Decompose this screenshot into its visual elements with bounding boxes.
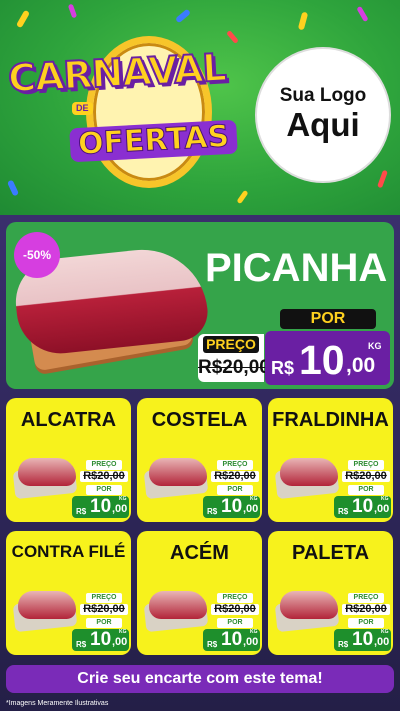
price-decimal: ,00 [374,503,390,515]
product-card: ALCATRA PREÇO R$20,00 POR R$ 10,00 KG [6,398,131,522]
featured-product-name: PICANHA [205,246,388,290]
hero-banner: CARNAVAL DE OFERTAS Sua Logo Aqui [0,0,400,215]
price-integer: 10 [221,629,243,650]
price-unit: KG [119,496,127,502]
confetti [15,9,31,29]
banner-connector: DE [72,102,93,115]
currency: R$ [76,507,87,516]
product-card: ACÉM PREÇO R$20,00 POR R$ 10,00 KG [137,531,262,655]
price-integer: 10 [299,337,345,383]
product-name: ACÉM [170,542,229,564]
confetti [356,5,369,23]
price-unit: KG [381,496,389,502]
currency: R$ [271,358,295,378]
logo-placeholder-line1: Sua Logo [279,85,367,107]
por-label: POR [348,485,384,495]
price-unit: KG [381,629,389,635]
preco-label: PREÇO [86,593,122,603]
por-label: POR [348,618,384,628]
meat-image [280,458,338,486]
confetti [174,8,192,24]
old-price: R$20,00 [211,604,259,615]
preco-label: PREÇO [348,460,384,470]
meat-image [280,591,338,619]
old-price: R$20,00 [211,471,259,482]
currency: R$ [207,640,218,649]
create-flyer-button[interactable]: Crie seu encarte com este tema! [6,665,394,693]
price-decimal: ,00 [374,636,390,648]
product-name: FRALDINHA [272,409,389,431]
product-name: COSTELA [151,409,248,431]
product-name: CONTRA FILÉ [11,542,126,561]
disclaimer: *Imagens Meramente Ilustrativas [6,700,109,707]
old-price: R$20,00 [342,471,390,482]
old-price: R$20,00 [80,471,128,482]
product-name: PALETA [291,542,370,564]
old-price: R$20,00 [198,357,270,378]
meat-image [18,458,76,486]
price-decimal: ,00 [243,636,259,648]
product-card: FRALDINHA PREÇO R$20,00 POR R$ 10,00 KG [268,398,393,522]
price-integer: 10 [90,496,112,517]
por-label: POR [280,309,376,329]
currency: R$ [207,507,218,516]
price-integer: 10 [221,496,243,517]
confetti [67,3,78,19]
preco-label: PREÇO [217,593,253,603]
logo-placeholder-line2: Aqui [286,106,360,144]
product-card: CONTRA FILÉ PREÇO R$20,00 POR R$ 10,00 KG [6,531,131,655]
por-label: POR [86,485,122,495]
price-integer: 10 [90,629,112,650]
preco-label: PREÇO [217,460,253,470]
confetti [297,11,309,31]
currency: R$ [76,640,87,649]
por-label: POR [217,485,253,495]
price-unit: KG [250,629,258,635]
por-label: POR [217,618,253,628]
meat-image [18,591,76,619]
price-unit: KG [119,629,127,635]
banner-line2: OFERTAS [69,119,238,162]
product-card: COSTELA PREÇO R$20,00 POR R$ 10,00 KG [137,398,262,522]
preco-label: PREÇO [203,336,259,353]
price-decimal: ,00 [112,636,128,648]
meat-image [149,458,207,486]
preco-label: PREÇO [348,593,384,603]
campaign-logo: CARNAVAL DE OFERTAS [6,36,243,188]
banner-line1: CARNAVAL [6,44,228,101]
meat-image [149,591,207,619]
price-decimal: ,00 [112,503,128,515]
price-decimal: ,00 [346,354,376,377]
confetti [236,189,249,205]
old-price: R$20,00 [80,604,128,615]
price-unit: KG [368,341,382,351]
old-price: R$20,00 [342,604,390,615]
currency: R$ [338,640,349,649]
price-decimal: ,00 [243,503,259,515]
price-unit: KG [250,496,258,502]
product-name: ALCATRA [20,409,117,431]
confetti [377,169,388,189]
price-integer: 10 [352,629,374,650]
logo-placeholder: Sua Logo Aqui [255,47,391,183]
price-integer: 10 [352,496,374,517]
product-card: PALETA PREÇO R$20,00 POR R$ 10,00 KG [268,531,393,655]
discount-badge: -50% [14,232,60,278]
currency: R$ [338,507,349,516]
por-label: POR [86,618,122,628]
preco-label: PREÇO [86,460,122,470]
